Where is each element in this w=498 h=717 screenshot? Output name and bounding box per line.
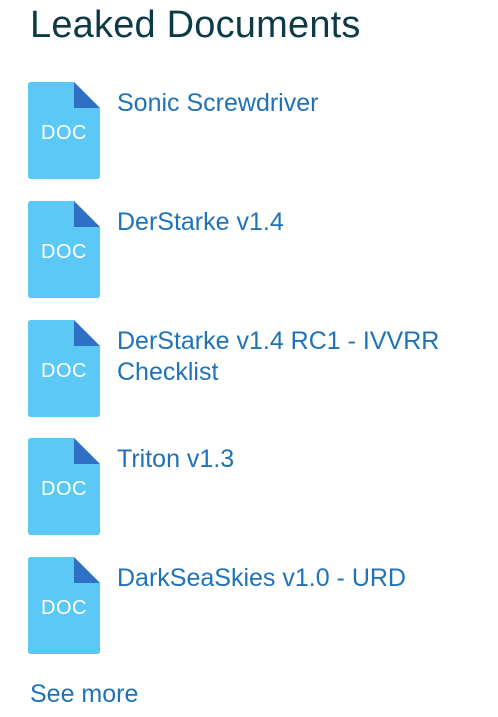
document-link-triton-v1-3[interactable]: Triton v1.3 [117,444,492,475]
doc-icon-label: DOC [41,122,87,144]
doc-file-icon[interactable]: DOC [28,201,100,298]
doc-file-icon[interactable]: DOC [28,82,100,179]
document-link-darkseaskies-urd[interactable]: DarkSeaSkies v1.0 - URD [117,563,492,594]
document-link-derstarke-v1-4[interactable]: DerStarke v1.4 [117,207,492,238]
document-link-derstarke-ivvrr-checklist[interactable]: DerStarke v1.4 RC1 - IVVRR Checklist [117,326,492,388]
doc-icon-label: DOC [41,478,87,500]
doc-file-icon[interactable]: DOC [28,438,100,535]
doc-icon-label: DOC [41,360,87,382]
doc-file-icon[interactable]: DOC [28,320,100,417]
document-link-sonic-screwdriver[interactable]: Sonic Screwdriver [117,88,492,119]
list-item: DOC DarkSeaSkies v1.0 - URD [28,557,488,655]
see-more-link[interactable]: See more [30,680,138,709]
doc-file-icon[interactable]: DOC [28,557,100,654]
doc-icon-label: DOC [41,241,87,263]
list-item: DOC Triton v1.3 [28,438,488,536]
doc-icon-label: DOC [41,597,87,619]
list-item: DOC DerStarke v1.4 RC1 - IVVRR Checklist [28,320,488,418]
document-list: DOC Sonic Screwdriver DOC DerStarke v1.4… [0,0,498,717]
list-item: DOC Sonic Screwdriver [28,82,488,180]
list-item: DOC DerStarke v1.4 [28,201,488,299]
